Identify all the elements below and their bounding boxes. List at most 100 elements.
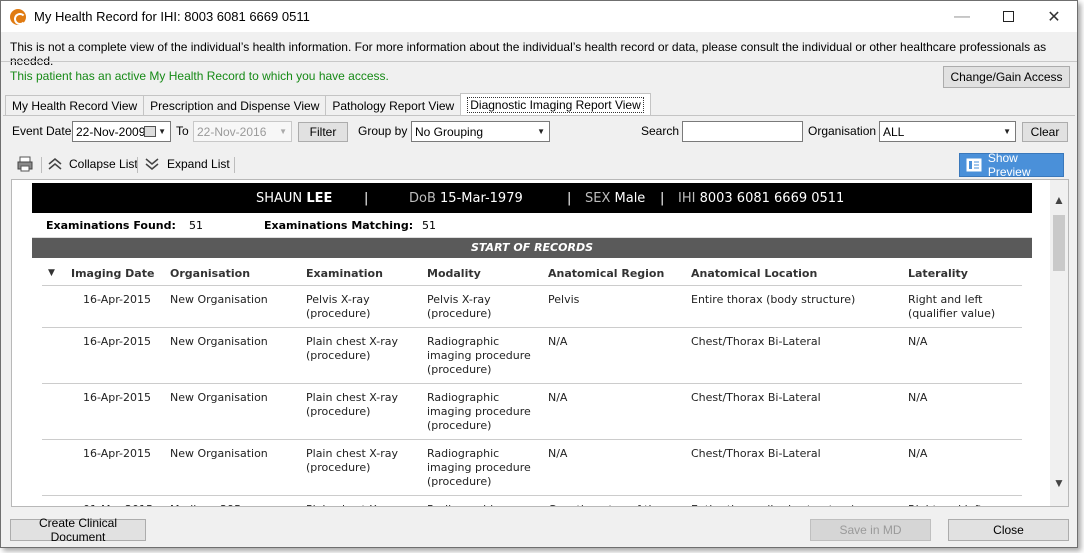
patient-first-name: SHAUN — [256, 191, 303, 206]
group-by-select[interactable]: No Grouping ▼ — [411, 121, 550, 142]
filter-button[interactable]: Filter — [298, 122, 348, 142]
cell-line: Plain chest X-ray — [306, 391, 399, 404]
examination-summary: Examinations Found: 51 Examinations Matc… — [32, 213, 1032, 238]
view-tabs: My Health Record View Prescription and D… — [5, 93, 651, 115]
tab-my-health-record[interactable]: My Health Record View — [5, 95, 145, 115]
cell-line: N/A — [908, 447, 928, 460]
chevron-down-icon: ▼ — [1003, 127, 1011, 136]
expand-list-button[interactable]: Expand List — [144, 157, 230, 171]
cell-line: Radiographic — [427, 447, 500, 460]
cell-line: imaging procedure — [427, 461, 531, 474]
window-title: My Health Record for IHI: 8003 6081 6669… — [34, 9, 310, 24]
save-in-md-button[interactable]: Save in MD — [810, 519, 931, 541]
cell-line: (procedure) — [306, 349, 371, 362]
cell-line: Radiographic — [427, 503, 499, 506]
from-date-picker[interactable]: 22-Nov-2009 ▼ — [72, 121, 171, 142]
maximize-button[interactable] — [985, 1, 1031, 32]
cell-anatomical-region: N/A — [548, 335, 567, 349]
list-toolbar: Collapse List Expand List Show Preview — [11, 151, 1069, 179]
cell-imaging-date: 16-Apr-2015 — [83, 391, 152, 404]
organisation-select[interactable]: ALL ▼ — [879, 121, 1016, 142]
cell-line: (procedure) — [306, 461, 371, 474]
column-header-organisation[interactable]: Organisation — [170, 267, 250, 280]
maximize-icon — [1002, 11, 1014, 22]
chevron-down-icon: ▼ — [537, 127, 545, 136]
cell-line: (procedure) — [427, 419, 492, 432]
patient-dob: DoB 15-Mar-1979 — [409, 191, 523, 206]
table-row[interactable]: 16-Apr-2015 New Organisation Plain chest X… — [42, 440, 1022, 496]
patient-sex: SEX Male — [585, 191, 645, 206]
table-row[interactable]: 01-Mar-2015 Medicare295 Plain chest X-ray R… — [42, 496, 1022, 506]
tab-diagnostic-imaging-report[interactable]: Diagnostic Imaging Report View — [460, 93, 651, 115]
column-header-modality[interactable]: Modality — [427, 267, 481, 280]
cell-imaging-date: 16-Apr-2015 — [83, 335, 152, 348]
minimize-button[interactable]: — — [939, 1, 985, 32]
print-button[interactable] — [17, 156, 33, 172]
cell-imaging-date: 16-Apr-2015 — [83, 447, 152, 460]
cell-anatomical-location: Entire thorax (body structure) — [691, 293, 855, 307]
matching-label: Examinations Matching: — [264, 219, 414, 232]
patient-banner: SHAUN LEE | DoB 15-Mar-1979 | SEX Male |… — [32, 183, 1032, 213]
cell-line: imaging procedure — [427, 349, 531, 362]
cell-examination: Plain chest X-ray (procedure) — [306, 335, 398, 363]
collapse-list-button[interactable]: Collapse List — [47, 157, 138, 171]
cell-anatomical-region: N/A — [548, 391, 567, 405]
double-chevron-down-icon — [145, 158, 159, 170]
tab-label: Diagnostic Imaging Report View — [467, 96, 644, 113]
table-body: 16-Apr-2015 New Organisation Pelvis X-ray (… — [42, 286, 1022, 506]
show-preview-button[interactable]: Show Preview — [959, 151, 1064, 179]
table-row[interactable]: 16-Apr-2015 New Organisation Plain chest X… — [42, 384, 1022, 440]
cell-line: Entire thorax (body structure) — [691, 503, 855, 506]
tab-prescription-dispense[interactable]: Prescription and Dispense View — [143, 95, 327, 115]
column-header-laterality[interactable]: Laterality — [908, 267, 968, 280]
organisation-label: Organisation — [808, 124, 877, 138]
app-logo-icon — [10, 8, 26, 25]
cell-anatomical-location: Chest/Thorax Bi-Lateral — [691, 447, 821, 461]
close-button[interactable]: Close — [948, 519, 1069, 541]
scroll-up-icon[interactable]: ▲ — [1050, 193, 1068, 213]
cell-anatomical-region: N/A — [548, 447, 567, 461]
tab-divider — [3, 115, 1075, 116]
cell-line: imaging procedure — [427, 405, 531, 418]
calendar-icon — [144, 126, 156, 137]
column-header-imaging-date[interactable]: Imaging Date — [71, 267, 154, 280]
cell-modality: Radiographic — [427, 503, 499, 506]
column-header-examination[interactable]: Examination — [306, 267, 383, 280]
scrollbar-thumb[interactable] — [1053, 215, 1065, 271]
sex-value: Male — [614, 191, 646, 206]
cell-line: (procedure) — [427, 363, 492, 376]
cell-line: Right and left — [908, 503, 982, 506]
cell-anatomical-location: Chest/Thorax Bi-Lateral — [691, 391, 821, 405]
to-date-value: 22-Nov-2016 — [197, 125, 267, 139]
banner-separator: | — [364, 191, 369, 206]
scroll-down-icon[interactable]: ▼ — [1050, 476, 1068, 496]
toolbar-separator — [137, 157, 138, 173]
cell-laterality: N/A — [908, 391, 927, 405]
cell-line: N/A — [908, 335, 928, 348]
create-clinical-document-button[interactable]: Create Clinical Document — [10, 516, 146, 544]
search-input[interactable] — [682, 121, 803, 142]
close-window-button[interactable]: ✕ — [1031, 1, 1077, 32]
cell-laterality: N/A — [908, 447, 927, 461]
change-access-button[interactable]: Change/Gain Access — [943, 66, 1070, 88]
column-header-anatomical-region[interactable]: Anatomical Region — [548, 267, 664, 280]
cell-examination: Plain chest X-ray — [306, 503, 398, 506]
vertical-scrollbar[interactable]: ▲ ▼ — [1050, 180, 1068, 506]
to-date-picker[interactable]: 22-Nov-2016 ▼ — [193, 121, 292, 142]
table-row[interactable]: 16-Apr-2015 New Organisation Pelvis X-ray(… — [42, 286, 1022, 328]
clear-button[interactable]: Clear — [1022, 122, 1068, 142]
to-label: To — [176, 124, 189, 138]
ihi-value: 8003 6081 6669 0511 — [699, 191, 845, 206]
cell-line: N/A — [548, 391, 568, 404]
cell-line: Pelvis X-ray — [306, 293, 370, 306]
cell-modality: Radiographic imaging procedure (procedure) — [427, 335, 531, 377]
table-row[interactable]: 16-Apr-2015 New Organisation Plain chest X… — [42, 328, 1022, 384]
tab-pathology-report[interactable]: Pathology Report View — [325, 95, 462, 115]
column-header-anatomical-location[interactable]: Anatomical Location — [691, 267, 817, 280]
printer-icon — [17, 156, 33, 172]
cell-laterality: Right and left (qualifier value) — [908, 293, 995, 321]
tab-label: Prescription and Dispense View — [150, 98, 320, 113]
cell-organisation: New Organisation — [170, 335, 268, 348]
sort-descending-icon[interactable]: ▼ — [48, 268, 55, 278]
cell-line: (qualifier value) — [908, 307, 996, 320]
